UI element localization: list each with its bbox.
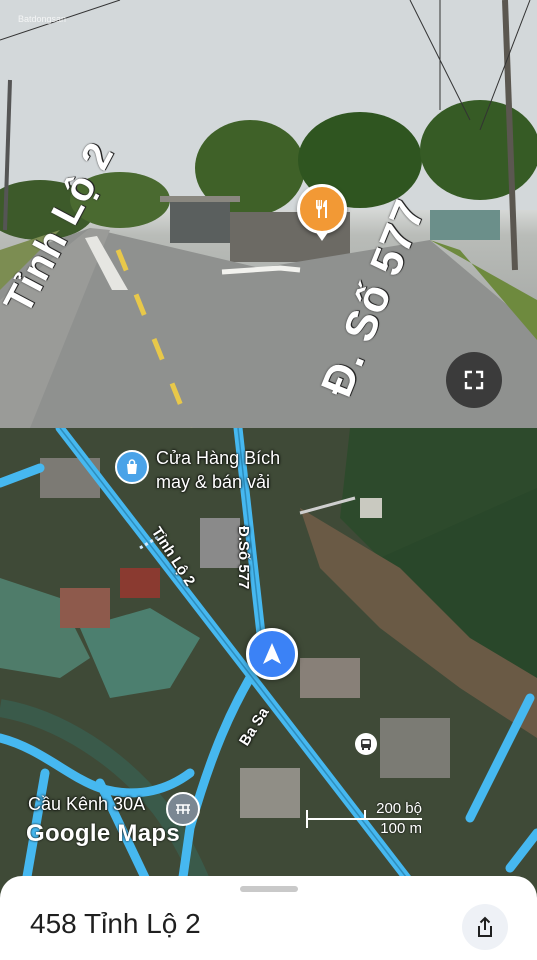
shopping-bag-icon[interactable] <box>115 450 149 484</box>
watermark: Batdongsan <box>18 14 67 24</box>
navigation-glyph <box>263 643 281 664</box>
fullscreen-icon <box>464 370 484 390</box>
share-icon <box>478 916 492 937</box>
location-arrow-icon[interactable] <box>246 628 298 680</box>
share-button[interactable] <box>462 904 508 950</box>
restaurant-icon[interactable] <box>297 184 347 241</box>
shop-label[interactable]: Cửa Hàng Bích may & bán vải <box>156 446 280 494</box>
scale-meter-label: 100 m <box>380 820 422 837</box>
bridge-glyph <box>176 804 190 814</box>
shop-name-line1: Cửa Hàng Bích <box>156 448 281 468</box>
bus-stop-icon[interactable] <box>355 733 377 755</box>
map-road-label-so-577: Đ.Số 577 <box>235 526 252 590</box>
fullscreen-button[interactable] <box>446 352 502 408</box>
scale-feet-label: 200 bộ <box>376 800 422 817</box>
fork-knife-glyph <box>316 200 327 218</box>
map-scale-bar: 200 bộ 100 m <box>306 800 422 837</box>
bridge-label[interactable]: Cầu Kênh 30A <box>28 794 145 815</box>
bus-glyph <box>361 738 371 750</box>
shop-name-line2: may & bán vải <box>156 472 271 492</box>
place-bottom-sheet[interactable]: 458 Tỉnh Lộ 2 <box>0 876 537 960</box>
google-maps-logo: Google Maps <box>26 820 180 847</box>
drag-handle[interactable] <box>240 886 298 892</box>
street-view-panel[interactable]: Batdongsan Tỉnh Lộ 2 Đ. Số 577 <box>0 0 537 428</box>
place-title: 458 Tỉnh Lộ 2 <box>30 908 201 939</box>
bag-glyph <box>127 459 137 474</box>
